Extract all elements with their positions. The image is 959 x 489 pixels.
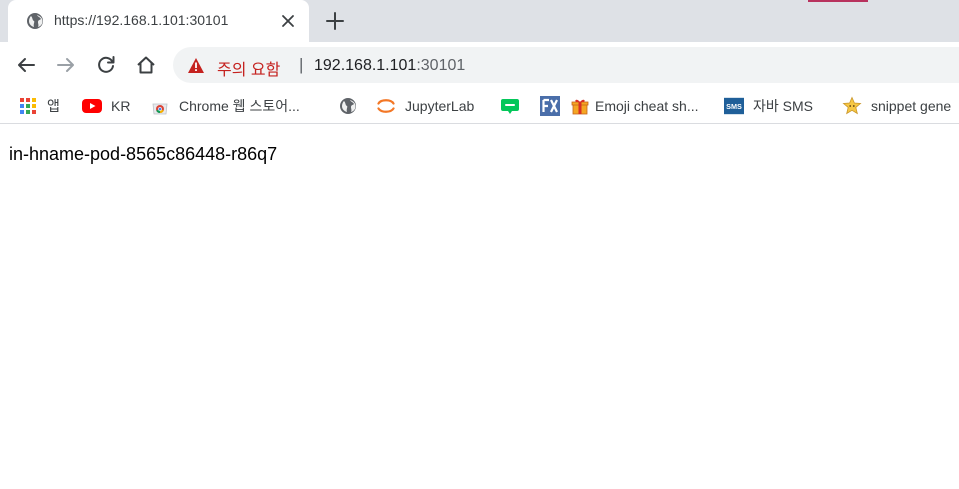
window-accent — [808, 0, 868, 2]
warning-triangle-icon[interactable] — [187, 57, 205, 74]
blog-icon — [500, 96, 520, 116]
reload-icon — [98, 56, 115, 73]
bookmark-label: 앱 — [47, 98, 60, 114]
page-content: in-hname-pod-8565c86448-r86q7 — [0, 125, 959, 489]
omnibox-separator: | — [299, 55, 304, 74]
arrow-right-icon — [57, 58, 74, 72]
bookmark-label: JupyterLab — [405, 98, 475, 114]
bookmark-chrome-webstore[interactable]: Chrome 웹 스토어... — [150, 88, 300, 124]
arrow-left-icon — [18, 58, 35, 72]
sms-icon: SMS — [724, 96, 744, 116]
jupyter-icon — [376, 96, 396, 116]
chrome-webstore-icon — [150, 96, 170, 116]
address-bar[interactable]: 주의 요함 | 192.168.1.101:30101 — [173, 47, 959, 83]
bookmark-label: Chrome 웹 스토어... — [179, 98, 300, 114]
close-icon[interactable] — [279, 12, 297, 30]
home-icon — [137, 56, 155, 74]
url-host: 192.168.1.101 — [314, 57, 417, 74]
globe-icon — [26, 12, 44, 30]
browser-toolbar: 주의 요함 | 192.168.1.101:30101 — [0, 42, 959, 88]
url-text[interactable]: 192.168.1.101:30101 — [314, 57, 465, 75]
apps-grid-icon — [18, 96, 38, 116]
bookmark-label: 자바 SMS — [753, 98, 813, 114]
bookmark-java-sms[interactable]: SMS 자바 SMS — [724, 88, 813, 124]
pod-hostname-text: in-hname-pod-8565c86448-r86q7 — [9, 144, 278, 164]
bookmark-kr[interactable]: KR — [82, 88, 130, 124]
bookmark-label: Emoji cheat sh... — [595, 98, 699, 114]
back-button[interactable] — [15, 54, 37, 76]
forward-button[interactable] — [55, 54, 77, 76]
youtube-icon — [82, 96, 102, 116]
bookmark-fx[interactable] — [540, 88, 569, 124]
bookmark-blog[interactable] — [500, 88, 529, 124]
bookmark-emoji-cheat-sheet[interactable]: Emoji cheat sh... — [570, 88, 699, 124]
svg-text:SMS: SMS — [726, 102, 742, 111]
reload-button[interactable] — [95, 54, 117, 76]
tab-strip: https://192.168.1.101:30101 — [0, 0, 959, 42]
security-warning-label[interactable]: 주의 요함 — [217, 56, 280, 80]
bookmark-globe[interactable] — [338, 88, 367, 124]
tab-title: https://192.168.1.101:30101 — [54, 12, 229, 28]
bookmark-label: snippet gene — [871, 98, 952, 114]
star-face-icon — [842, 96, 862, 116]
new-tab-button[interactable] — [324, 10, 346, 32]
bookmark-apps[interactable]: 앱 — [18, 88, 60, 124]
bookmarks-bar: 앱 KR Chrome 웹 스토어... JupyterLab Emoji ch… — [0, 88, 959, 124]
plus-icon — [326, 12, 344, 30]
bookmark-label: KR — [111, 98, 131, 114]
bookmark-snippet-generator[interactable]: snippet gene — [842, 88, 951, 124]
gift-icon — [570, 96, 590, 116]
home-button[interactable] — [135, 54, 157, 76]
globe-icon — [338, 96, 358, 116]
bookmark-jupyterlab[interactable]: JupyterLab — [376, 88, 474, 124]
fx-icon — [540, 96, 560, 116]
url-port: :30101 — [416, 57, 466, 74]
browser-tab[interactable]: https://192.168.1.101:30101 — [8, 0, 309, 42]
